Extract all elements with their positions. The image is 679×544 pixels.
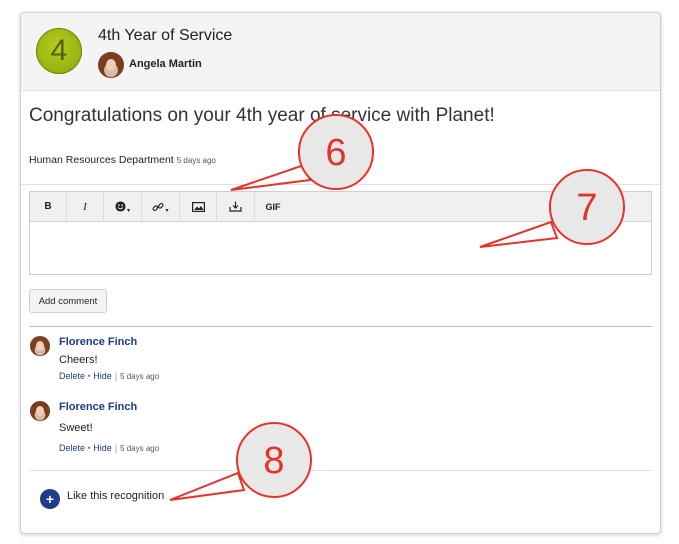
avatar[interactable]	[30, 336, 50, 356]
recognition-header: 4 4th Year of Service Angela Martin	[21, 13, 660, 91]
link-button[interactable]: ▾	[142, 192, 180, 221]
link-icon	[152, 202, 164, 211]
editor-toolbar: B I ▾ ▾ GIF	[30, 192, 651, 222]
delete-link[interactable]: Delete	[59, 443, 85, 453]
timestamp: 5 days ago	[176, 156, 216, 165]
download-tray-icon	[229, 201, 242, 212]
service-badge-icon: 4	[36, 28, 82, 74]
comment-meta: Delete • Hide | 5 days ago	[59, 371, 160, 381]
plus-icon[interactable]: +	[40, 489, 60, 509]
recognition-card: 4 4th Year of Service Angela Martin Cong…	[20, 12, 661, 534]
recognition-title: 4th Year of Service	[98, 27, 233, 44]
separator-dot: •	[87, 371, 91, 381]
like-recognition-link[interactable]: Like this recognition	[67, 490, 164, 502]
upload-button[interactable]	[217, 192, 255, 221]
emoji-icon	[115, 201, 126, 212]
italic-button[interactable]: I	[67, 192, 104, 221]
giver-name[interactable]: Angela Martin	[129, 58, 202, 70]
avatar[interactable]	[30, 401, 50, 421]
emoji-button[interactable]: ▾	[104, 192, 142, 221]
divider	[29, 326, 652, 327]
comment-author[interactable]: Florence Finch	[59, 401, 137, 413]
timestamp: 5 days ago	[120, 372, 160, 381]
recognition-message: Congratulations on your 4th year of serv…	[29, 105, 495, 126]
chevron-down-icon: ▾	[165, 208, 169, 214]
divider	[21, 184, 660, 185]
hide-link[interactable]: Hide	[93, 443, 112, 453]
gif-button[interactable]: GIF	[255, 192, 291, 221]
separator-dot: •	[87, 443, 91, 453]
recognition-source: Human Resources Department 5 days ago	[29, 154, 216, 166]
comment-text: Cheers!	[59, 354, 98, 366]
divider	[29, 470, 652, 471]
hide-link[interactable]: Hide	[93, 371, 112, 381]
comment-author[interactable]: Florence Finch	[59, 336, 137, 348]
add-comment-button[interactable]: Add comment	[29, 289, 107, 313]
department-name: Human Resources Department	[29, 154, 174, 166]
image-button[interactable]	[180, 192, 217, 221]
comment-input[interactable]	[30, 222, 651, 274]
bold-button[interactable]: B	[30, 192, 67, 221]
chevron-down-icon: ▾	[126, 208, 130, 214]
comment-meta: Delete • Hide | 5 days ago	[59, 443, 160, 453]
delete-link[interactable]: Delete	[59, 371, 85, 381]
avatar[interactable]	[98, 52, 124, 78]
timestamp: 5 days ago	[120, 444, 160, 453]
image-icon	[191, 201, 205, 212]
comment-editor: B I ▾ ▾ GIF	[29, 191, 652, 275]
comment-text: Sweet!	[59, 422, 93, 434]
badge-number: 4	[50, 34, 68, 67]
